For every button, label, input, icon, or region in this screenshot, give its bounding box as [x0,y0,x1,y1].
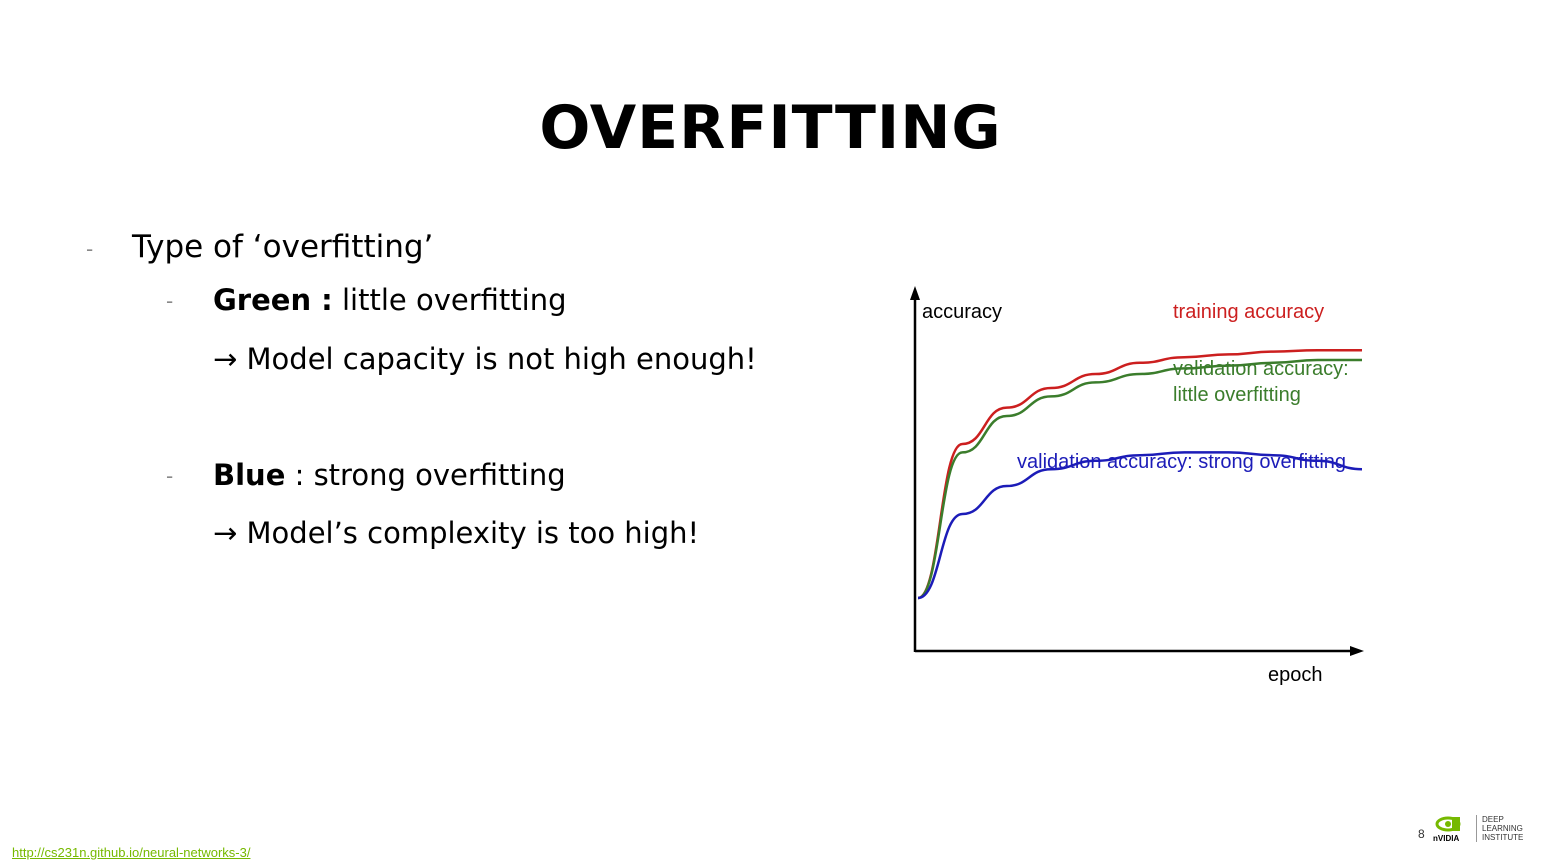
green-note: → Model capacity is not high enough! [213,342,757,376]
series-label-training-accuracy: training accuracy [1173,301,1324,323]
bullet-dash: - [86,237,94,261]
nvidia-wordmark: nVIDIA [1433,834,1459,843]
bullet-dash: - [166,464,174,488]
blue-text: : strong overfitting [285,458,566,492]
overfitting-chart: accuracy epoch training accuracy validat… [910,286,1364,686]
x-axis-label: epoch [1268,664,1323,686]
bullet-blue: Blue : strong overfitting [213,455,566,495]
bullet-green: Green : little overfitting [213,280,567,320]
bullet-main: Type of ‘overfitting’ [132,229,434,265]
dli-line: LEARNING [1482,824,1523,833]
series-label-validation-strong: validation accuracy: strong overfitting [1017,451,1346,473]
dli-line: DEEP [1482,815,1504,824]
dli-line: INSTITUTE [1482,833,1524,842]
dli-wordmark: DEEP LEARNING INSTITUTE [1476,815,1523,842]
source-link[interactable]: http://cs231n.github.io/neural-networks-… [12,845,250,860]
series-label-validation-little-1: validation accuracy: [1173,358,1349,380]
blue-label: Blue [213,458,286,492]
page-number: 8 [1418,827,1425,841]
x-axis-arrow [1350,646,1364,656]
green-label: Green : [213,283,333,317]
y-axis-label: accuracy [922,301,1002,323]
y-axis-arrow [910,286,920,300]
series-label-validation-little-2: little overfitting [1173,384,1301,406]
nvidia-logo: nVIDIA [1433,816,1461,843]
bullet-dash: - [166,289,174,313]
series-line-validation-strong-overfitting [917,451,1363,600]
green-text: little overfitting [332,283,567,317]
blue-note: → Model’s complexity is too high! [213,516,700,550]
slide-title: OVERFITTING [539,93,1002,163]
